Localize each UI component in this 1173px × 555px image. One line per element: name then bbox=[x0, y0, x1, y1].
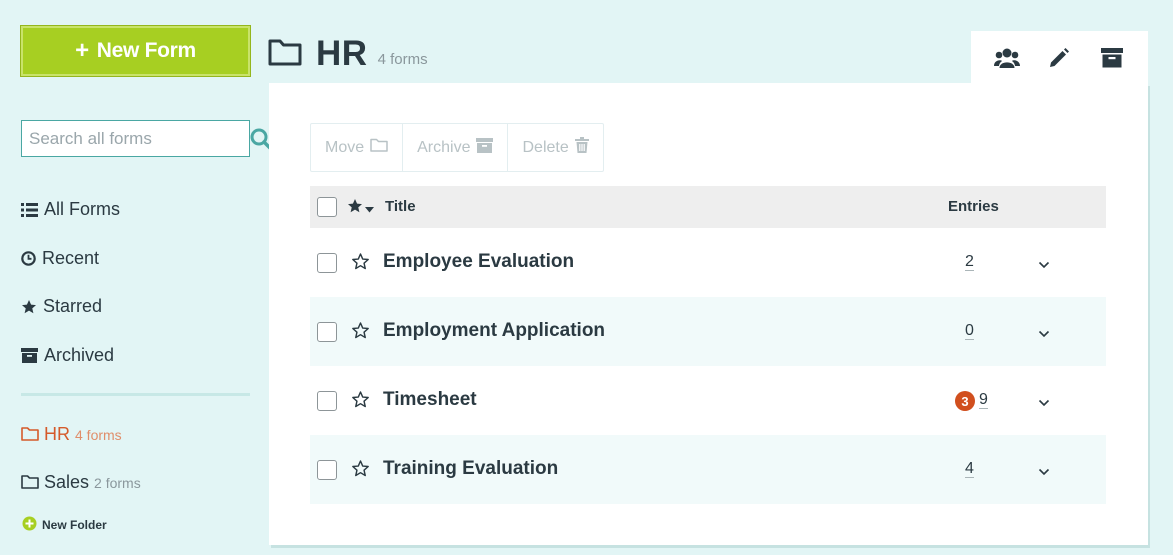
folder-icon bbox=[370, 138, 388, 157]
new-entries-badge[interactable]: 3 bbox=[955, 391, 975, 411]
folder-item-sales[interactable]: Sales 2 forms bbox=[21, 472, 141, 493]
folder-icon bbox=[268, 38, 302, 71]
nav-archived-label: Archived bbox=[44, 345, 115, 365]
star-icon bbox=[347, 198, 363, 218]
table-row: Timesheet 3 9 bbox=[310, 366, 1106, 435]
folder-name: HR bbox=[44, 424, 70, 444]
folder-actions bbox=[971, 31, 1148, 85]
column-title[interactable]: Title bbox=[385, 198, 416, 215]
star-sort-button[interactable] bbox=[347, 198, 374, 218]
star-outline-icon[interactable] bbox=[351, 459, 370, 483]
archive-label: Archive bbox=[417, 138, 471, 156]
move-label: Move bbox=[325, 138, 365, 156]
new-form-label: New Form bbox=[96, 39, 196, 62]
nav-starred[interactable]: Starred bbox=[21, 296, 102, 317]
star-icon bbox=[21, 299, 37, 315]
select-all-checkbox[interactable] bbox=[317, 197, 337, 217]
list-icon bbox=[21, 202, 38, 217]
form-count: 4 forms bbox=[377, 50, 428, 68]
users-icon[interactable] bbox=[989, 40, 1025, 76]
pencil-icon[interactable] bbox=[1041, 40, 1077, 76]
bulk-actions: Move Archive Delete bbox=[310, 123, 604, 172]
row-checkbox[interactable] bbox=[317, 460, 337, 480]
search-input[interactable] bbox=[22, 121, 250, 156]
row-checkbox[interactable] bbox=[317, 391, 337, 411]
form-title-link[interactable]: Training Evaluation bbox=[383, 458, 558, 480]
row-checkbox[interactable] bbox=[317, 322, 337, 342]
folder-count: 2 forms bbox=[94, 475, 141, 491]
delete-button[interactable]: Delete bbox=[508, 124, 602, 171]
chevron-down-icon[interactable] bbox=[1038, 325, 1050, 343]
table-row: Employment Application 0 bbox=[310, 297, 1106, 366]
caret-down-icon bbox=[365, 200, 374, 217]
nav-recent[interactable]: Recent bbox=[21, 248, 99, 269]
table-row: Training Evaluation 4 bbox=[310, 435, 1106, 504]
form-title-link[interactable]: Employee Evaluation bbox=[383, 251, 574, 273]
nav-all-forms[interactable]: All Forms bbox=[21, 199, 120, 220]
form-title-link[interactable]: Employment Application bbox=[383, 320, 605, 342]
entries-count[interactable]: 2 bbox=[965, 253, 974, 271]
star-outline-icon[interactable] bbox=[351, 252, 370, 276]
trash-icon bbox=[574, 137, 589, 158]
archive-button[interactable]: Archive bbox=[403, 124, 509, 171]
search-box[interactable] bbox=[21, 120, 272, 157]
column-entries[interactable]: Entries bbox=[948, 198, 999, 215]
new-folder-button[interactable]: New Folder bbox=[22, 516, 107, 534]
plus-circle-icon bbox=[22, 516, 37, 534]
entries-count[interactable]: 0 bbox=[965, 322, 974, 340]
chevron-down-icon[interactable] bbox=[1038, 394, 1050, 412]
archive-icon bbox=[21, 348, 38, 363]
page-title: HR bbox=[316, 34, 368, 73]
nav-recent-label: Recent bbox=[42, 248, 100, 268]
delete-label: Delete bbox=[522, 138, 569, 156]
chevron-down-icon[interactable] bbox=[1038, 463, 1050, 481]
new-folder-label: New Folder bbox=[42, 518, 107, 532]
folder-icon bbox=[21, 472, 39, 493]
table-header: Title Entries bbox=[310, 186, 1106, 228]
entries-count[interactable]: 4 bbox=[965, 460, 974, 478]
table-row: Employee Evaluation 2 bbox=[310, 228, 1106, 297]
nav-archived[interactable]: Archived bbox=[21, 345, 114, 366]
new-form-button[interactable]: + New Form bbox=[20, 25, 251, 77]
entries-count[interactable]: 9 bbox=[979, 391, 988, 409]
nav-starred-label: Starred bbox=[43, 296, 103, 316]
folder-item-hr[interactable]: HR 4 forms bbox=[21, 424, 122, 445]
form-title-link[interactable]: Timesheet bbox=[383, 389, 477, 411]
folder-count: 4 forms bbox=[75, 427, 122, 443]
plus-icon: + bbox=[75, 37, 89, 64]
folder-name: Sales bbox=[44, 472, 90, 492]
archive-icon[interactable] bbox=[1094, 40, 1130, 76]
row-checkbox[interactable] bbox=[317, 253, 337, 273]
chevron-down-icon[interactable] bbox=[1038, 256, 1050, 274]
archive-icon bbox=[476, 137, 494, 158]
folder-header: HR 4 forms bbox=[268, 34, 428, 74]
star-outline-icon[interactable] bbox=[351, 321, 370, 345]
move-button[interactable]: Move bbox=[311, 124, 404, 171]
nav-all-forms-label: All Forms bbox=[44, 199, 120, 219]
star-outline-icon[interactable] bbox=[351, 390, 370, 414]
folder-icon bbox=[21, 424, 39, 445]
sidebar-divider bbox=[21, 393, 250, 396]
clock-icon bbox=[21, 251, 36, 266]
